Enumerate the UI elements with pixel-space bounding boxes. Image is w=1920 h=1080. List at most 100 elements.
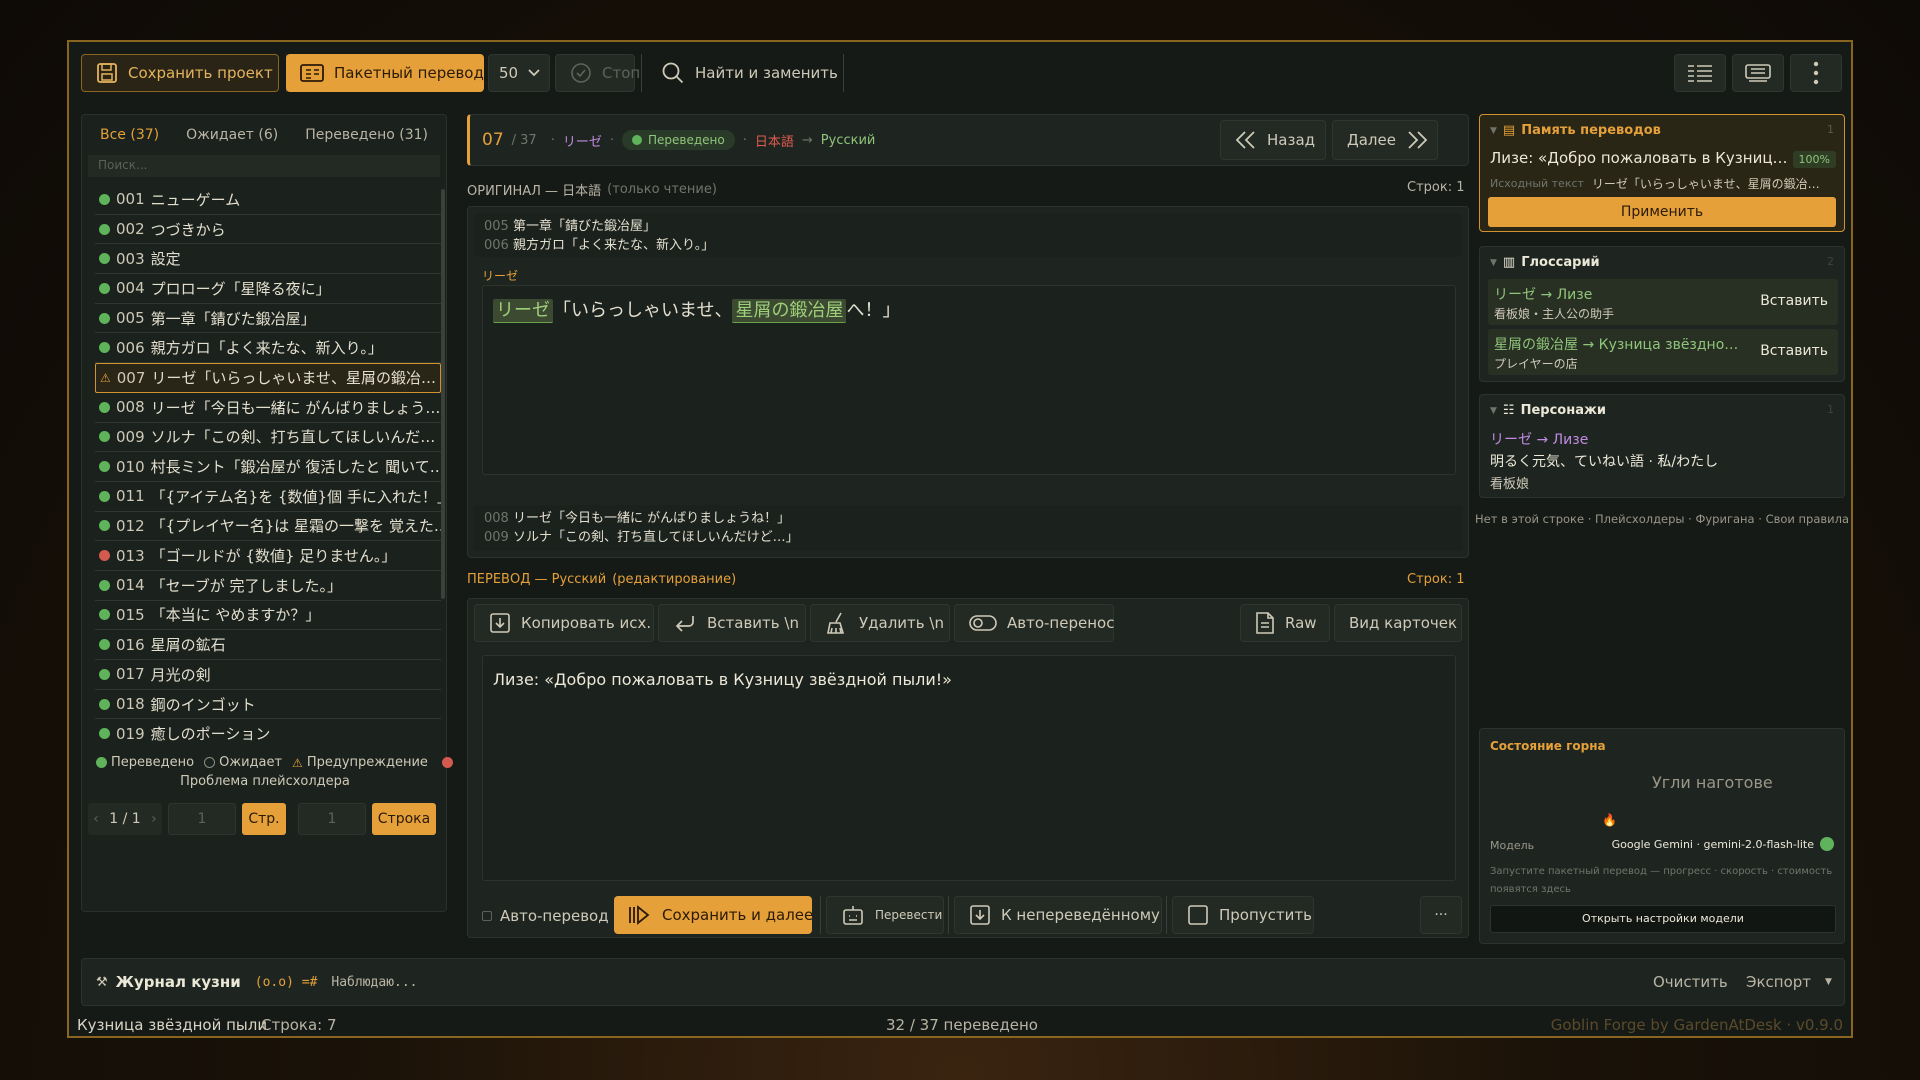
status-legend: Переведено Ожидает ⚠ Предупреждение [96, 755, 453, 770]
card-layout-button[interactable] [1732, 54, 1784, 92]
line-list-item[interactable]: 005 第一章「錆びた鍛冶屋」 [95, 304, 441, 334]
context-after: 008 リーゼ「今日も一緒に がんばりましょうね！」 009 ソルナ「この剣、打… [474, 505, 1462, 551]
back-label: Назад [1267, 131, 1316, 149]
document-icon [1255, 611, 1275, 635]
tab-pending[interactable]: Ожидает (6) [178, 123, 286, 151]
next-button[interactable]: Далее [1332, 120, 1438, 160]
glossary-arrow: → [1582, 337, 1595, 353]
next-page-icon[interactable]: › [151, 811, 157, 827]
export-log-button[interactable]: Экспорт ▼ [1746, 973, 1832, 991]
collapse-icon[interactable]: ▼ [1490, 258, 1497, 268]
tab-translated[interactable]: Переведено (31) [297, 123, 436, 151]
forge-log-bar: ⚒ Журнал кузни (o.o) =# Наблюдаю... Очис… [81, 958, 1845, 1006]
to-untranslated-button[interactable]: К непереведённому [954, 896, 1162, 934]
prev-page-icon[interactable]: ‹ [93, 811, 99, 827]
line-list-item[interactable]: 006 親方ガロ「よく来たな、新入り。」 [95, 333, 441, 364]
line-list-item[interactable]: 003 設定 [95, 244, 441, 275]
glossary-insert-button[interactable]: Вставить [1760, 293, 1828, 309]
context-line-num: 009 [484, 530, 509, 545]
tm-source-text: リーゼ「いらっしゃいませ、星屑の鍛冶… [1591, 177, 1820, 191]
insert-newline-button[interactable]: Вставить \n [658, 604, 806, 642]
batch-translate-button[interactable]: Пакетный перевод [286, 54, 484, 92]
glossary-insert-button[interactable]: Вставить [1760, 343, 1828, 359]
characters-count: 1 [1827, 403, 1834, 416]
glossary-translation: Лизе [1556, 287, 1593, 303]
translated-dot-icon [99, 609, 110, 621]
context-line-num: 008 [484, 511, 509, 526]
line-list-item[interactable]: 001 ニューゲーム [95, 185, 441, 215]
line-list-item[interactable]: 011 「{アイテム名}を {数値}個 手に入れた！」 [95, 482, 441, 512]
context-line-text: ソルナ「この剣、打ち直してほしいんだけど…」 [512, 530, 799, 545]
forge-status: Угли наготове [1652, 773, 1773, 792]
line-text: 「本当に やめますか？」 [150, 606, 321, 625]
save-project-label: Сохранить проект [128, 64, 273, 82]
line-search-input[interactable]: Поиск... [88, 155, 440, 177]
toggle-icon [969, 614, 997, 632]
line-list-item[interactable]: 010 村長ミント「鍛冶屋が 復活したと 聞いて… [95, 452, 441, 482]
line-text: ニューゲーム [150, 190, 241, 209]
batch-size-select[interactable]: 50 [488, 54, 550, 92]
line-list-item[interactable]: 004 プロローグ「星降る夜に」 [95, 274, 441, 304]
line-text: 村長ミント「鍛冶屋が 復活したと 聞いて… [150, 458, 441, 477]
line-list-item[interactable]: 013 「ゴールドが {数値} 足りません。」 [95, 541, 441, 571]
line-text: プロローグ「星降る夜に」 [150, 279, 331, 298]
tm-match-percent: 100% [1792, 151, 1836, 168]
batch-translate-label: Пакетный перевод [334, 64, 484, 82]
go-page-button[interactable]: Стр. [242, 803, 286, 835]
save-next-button[interactable]: Сохранить и далее [614, 896, 813, 934]
line-list-item[interactable]: 015 「本当に やめますか？」 [95, 601, 441, 631]
more-menu-button[interactable] [1790, 54, 1842, 92]
glossary-highlight[interactable]: リーゼ [493, 299, 553, 323]
line-text: 鋼のインゴット [150, 695, 256, 714]
line-list-item[interactable]: 018 鋼のインゴット [95, 690, 441, 720]
line-list-item[interactable]: 012 「{プレイヤー名}は 星霜の一撃を 覚えた… [95, 512, 441, 542]
raw-view-button[interactable]: Raw [1240, 604, 1330, 642]
tab-all[interactable]: Все (37) [92, 123, 167, 151]
app-window: Сохранить проект Пакетный перевод 50 Сто… [67, 40, 1853, 1038]
translated-dot-icon [99, 639, 110, 651]
line-number: 009 [116, 427, 145, 446]
list-view-button[interactable] [1674, 54, 1726, 92]
find-replace-button[interactable]: Найти и заменить [647, 54, 838, 92]
line-number: 007 [116, 368, 146, 387]
line-text: つづきから [150, 220, 226, 239]
line-list-item[interactable]: 002 つづきから [95, 215, 441, 245]
more-actions-button[interactable]: ··· [1420, 896, 1462, 934]
open-model-settings-button[interactable]: Открыть настройки модели [1490, 905, 1836, 933]
back-button[interactable]: Назад [1220, 120, 1326, 160]
page-input[interactable]: 1 [168, 803, 236, 835]
copy-source-button[interactable]: Копировать исх. [474, 604, 654, 642]
line-text: 第一章「錆びた鍛冶屋」 [150, 309, 316, 328]
list-scrollbar[interactable] [441, 189, 445, 599]
collapse-icon[interactable]: ▼ [1490, 406, 1497, 416]
line-number: 017 [116, 665, 145, 684]
auto-translate-checkbox[interactable]: Авто-перевод [482, 907, 609, 925]
translate-button[interactable]: Перевести [826, 896, 944, 934]
apply-tm-button[interactable]: Применить [1488, 197, 1836, 227]
line-list-item[interactable]: 017 月光の剣 [95, 660, 441, 690]
delete-newline-button[interactable]: Удалить \n [810, 604, 950, 642]
export-label: Экспорт [1746, 973, 1812, 991]
line-list-panel: Все (37) Ожидает (6) Переведено (31) Пои… [81, 114, 453, 912]
clear-log-button[interactable]: Очистить [1653, 973, 1728, 991]
line-list-item[interactable]: 019 癒しのポーション [95, 719, 441, 743]
line-list-item[interactable]: 014 「セーブが 完了しました。」 [95, 571, 441, 601]
line-list-item[interactable]: 008 リーゼ「今日も一緒に がんばりましょう… [95, 393, 441, 423]
line-number: 018 [116, 695, 145, 714]
translation-panel: Копировать исх. Вставить \n Удалить \n А… [467, 598, 1469, 938]
hammer-icon: ⚒ [96, 974, 108, 990]
to-untranslated-label: К непереведённому [1001, 906, 1160, 924]
row-input[interactable]: 1 [298, 803, 366, 835]
line-list-item[interactable]: 016 星屑の鉱石 [95, 630, 441, 660]
line-list-item[interactable]: 009 ソルナ「この剣、打ち直してほしいんだ… [95, 423, 441, 453]
translation-textarea[interactable]: Лизе: «Добро пожаловать в Кузницу звёздн… [482, 655, 1456, 881]
glossary-highlight[interactable]: 星屑の鍛冶屋 [732, 299, 847, 323]
card-view-button[interactable]: Вид карточек [1334, 604, 1462, 642]
auto-wrap-toggle[interactable]: Авто-перенос [954, 604, 1114, 642]
skip-button[interactable]: Пропустить [1172, 896, 1314, 934]
save-project-button[interactable]: Сохранить проект [81, 54, 279, 92]
collapse-icon[interactable]: ▼ [1490, 126, 1497, 136]
line-list-item[interactable]: ⚠ 007 リーゼ「いらっしゃいませ、星屑の鍛冶… [95, 363, 441, 393]
go-row-button[interactable]: Строка [372, 803, 436, 835]
stop-button[interactable]: Стоп [555, 54, 640, 92]
